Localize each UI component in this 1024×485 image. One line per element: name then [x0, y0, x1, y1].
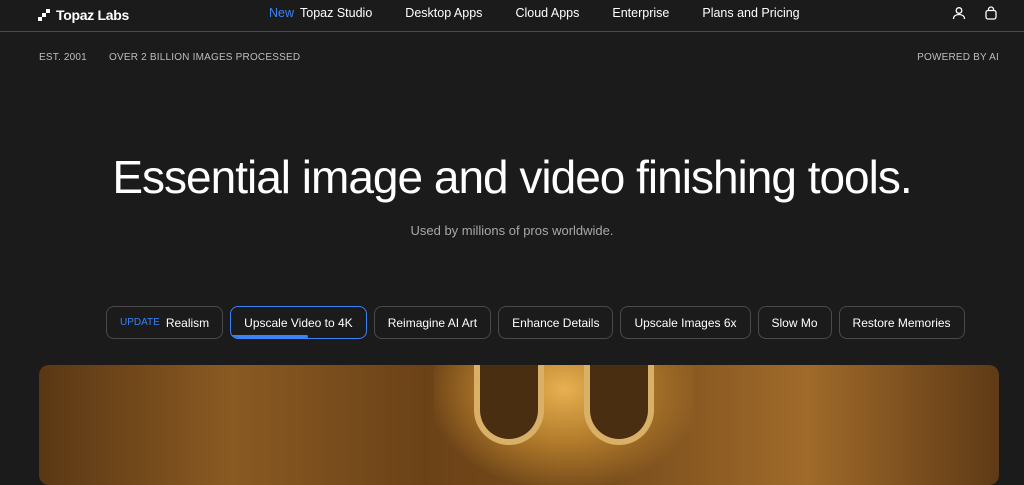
brand-logo[interactable]: Topaz Labs [38, 7, 129, 23]
tab-label: Reimagine AI Art [387, 315, 478, 330]
processed-label: OVER 2 BILLION IMAGES PROCESSED [109, 52, 301, 63]
tab-upscale-images[interactable]: Upscale Images 6x [620, 306, 751, 339]
tab-enhance-details[interactable]: Enhance Details [498, 306, 614, 339]
hero-title: Essential image and video finishing tool… [112, 151, 912, 203]
tab-label: Enhance Details [512, 315, 600, 330]
tab-label: Restore Memories [852, 315, 951, 330]
powered-label: POWERED BY AI [917, 52, 999, 63]
tab-label: Upscale Video to 4K [244, 315, 353, 330]
feature-tabs: UPDATE Realism Upscale Video to 4K Reimag… [106, 306, 965, 339]
tab-label: Slow Mo [771, 315, 818, 330]
nav-enterprise[interactable]: Enterprise [612, 6, 669, 20]
update-badge: UPDATE [120, 317, 160, 328]
tab-label: Realism [165, 315, 210, 330]
helmet-image [434, 365, 694, 485]
cart-icon[interactable] [984, 6, 998, 20]
tab-restore-memories[interactable]: Restore Memories [838, 306, 965, 339]
top-nav: Topaz Labs New Topaz Studio Desktop Apps … [0, 0, 1024, 32]
user-icon[interactable] [952, 6, 966, 20]
logo-icon [38, 9, 50, 21]
nav-cloud-apps[interactable]: Cloud Apps [515, 6, 579, 20]
tab-slow-mo[interactable]: Slow Mo [757, 306, 832, 339]
tab-reimagine-ai-art[interactable]: Reimagine AI Art [373, 306, 492, 339]
hero-media [39, 365, 999, 485]
tab-label: Upscale Images 6x [634, 315, 737, 330]
new-badge: New [269, 6, 295, 20]
nav-plans-pricing[interactable]: Plans and Pricing [702, 6, 799, 20]
brand-name: Topaz Labs [56, 7, 129, 23]
tab-realism[interactable]: UPDATE Realism [106, 306, 224, 339]
nav-label: Topaz Studio [300, 6, 373, 20]
tab-upscale-video[interactable]: Upscale Video to 4K [230, 306, 367, 339]
nav-topaz-studio[interactable]: New Topaz Studio [269, 6, 372, 20]
est-label: EST. 2001 [39, 52, 87, 63]
hero-subtitle: Used by millions of pros worldwide. [410, 223, 614, 238]
nav-desktop-apps[interactable]: Desktop Apps [405, 6, 482, 20]
tab-progress-bar [231, 335, 308, 338]
